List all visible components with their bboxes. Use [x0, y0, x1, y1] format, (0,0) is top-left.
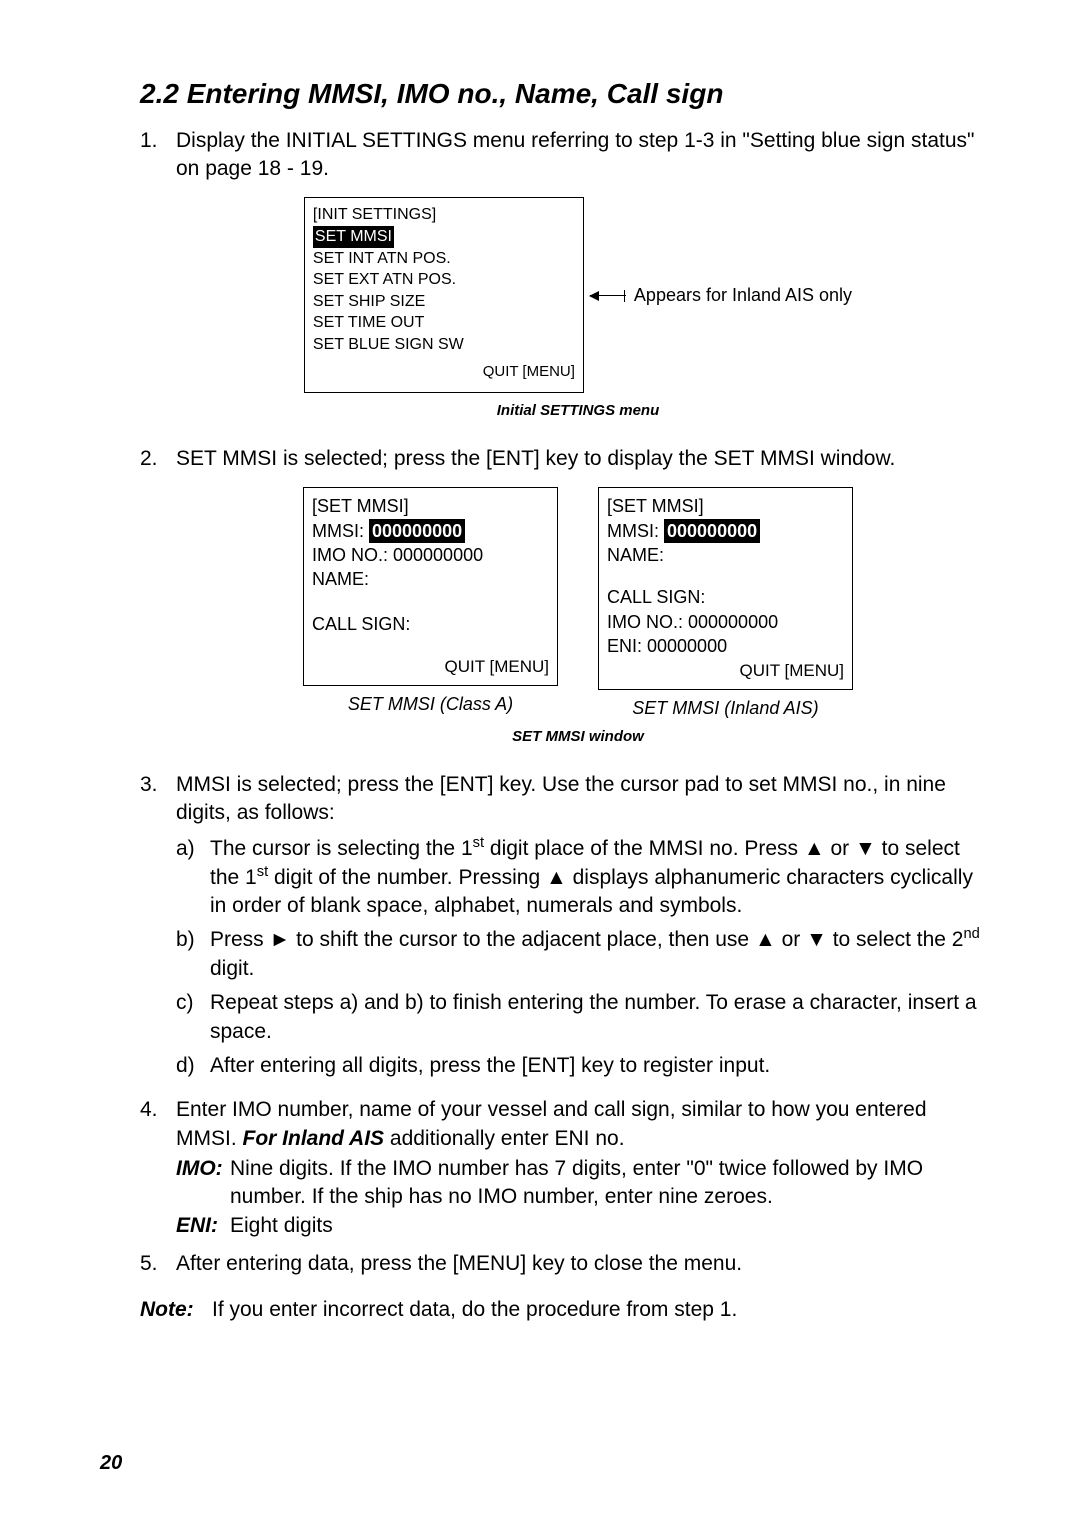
imo-line: IMO NO.: 000000000	[312, 543, 549, 567]
step-number-5: 5.	[140, 1250, 176, 1278]
substep-letter-b: b)	[176, 926, 210, 983]
call-sign-line: CALL SIGN:	[312, 612, 549, 636]
figure-caption-1: Initial SETTINGS menu	[176, 401, 980, 421]
note-label: Note:	[140, 1296, 212, 1324]
page-number: 20	[100, 1450, 122, 1477]
step-number-1: 1.	[140, 127, 176, 435]
note-row: Note: If you enter incorrect data, do th…	[140, 1296, 980, 1324]
step-4-inland-emph: For Inland AIS	[243, 1127, 390, 1150]
name-line: NAME:	[607, 543, 844, 567]
substep-letter-c: c)	[176, 989, 210, 1046]
callout-arrow: Appears for Inland AIS only	[590, 283, 852, 307]
mmsi-quit: QUIT [MENU]	[607, 660, 844, 683]
sub-steps-list: a) The cursor is selecting the 1st digit…	[176, 835, 980, 1080]
figure-caption-2: SET MMSI window	[176, 727, 980, 747]
step-1-text: Display the INITIAL SETTINGS menu referr…	[176, 129, 974, 180]
step-3-body: MMSI is selected; press the [ENT] key. U…	[176, 771, 980, 1086]
menu-title: [INIT SETTINGS]	[313, 204, 575, 226]
imo-def-label: IMO:	[176, 1155, 230, 1212]
mmsi-box-title: [SET MMSI]	[312, 494, 549, 518]
step-4-body: Enter IMO number, name of your vessel an…	[176, 1096, 980, 1240]
note-text: If you enter incorrect data, do the proc…	[212, 1296, 737, 1324]
menu-item-set-int-atn: SET INT ATN POS.	[313, 248, 575, 270]
menu-item-set-time-out: SET TIME OUT	[313, 312, 575, 334]
step-number-4: 4.	[140, 1096, 176, 1240]
mmsi-value: 000000000	[664, 519, 760, 543]
initial-settings-menu-box: [INIT SETTINGS] SET MMSI SET INT ATN POS…	[304, 197, 584, 392]
mmsi-quit: QUIT [MENU]	[312, 656, 549, 679]
step-number-3: 3.	[140, 771, 176, 1086]
arrow-line	[590, 295, 626, 296]
step-2-text: SET MMSI is selected; press the [ENT] ke…	[176, 447, 895, 470]
step-4-text-c: additionally enter ENI no.	[390, 1127, 625, 1150]
step-number-2: 2.	[140, 445, 176, 761]
main-steps-list: 1. Display the INITIAL SETTINGS menu ref…	[140, 127, 980, 1278]
eni-line: ENI: 00000000	[607, 634, 844, 658]
menu-item-set-ext-atn: SET EXT ATN POS.	[313, 269, 575, 291]
menu-item-set-ship-size: SET SHIP SIZE	[313, 291, 575, 313]
name-line: NAME:	[312, 567, 549, 591]
substep-letter-d: d)	[176, 1052, 210, 1080]
step-5-body: After entering data, press the [MENU] ke…	[176, 1250, 980, 1278]
eni-def-text: Eight digits	[230, 1212, 333, 1240]
mmsi-caption-b: SET MMSI (Inland AIS)	[632, 696, 818, 720]
menu-quit: QUIT [MENU]	[313, 362, 575, 382]
set-mmsi-box-inland: [SET MMSI] MMSI: 000000000 NAME: CALL SI…	[598, 487, 853, 690]
menu-item-set-blue-sign: SET BLUE SIGN SW	[313, 334, 575, 356]
set-mmsi-box-class-a: [SET MMSI] MMSI: 000000000 IMO NO.: 0000…	[303, 487, 558, 685]
mmsi-label: MMSI:	[607, 521, 659, 541]
imo-def-text: Nine digits. If the IMO number has 7 dig…	[230, 1155, 980, 1212]
step-2-body: SET MMSI is selected; press the [ENT] ke…	[176, 445, 980, 761]
imo-line: IMO NO.: 000000000	[607, 610, 844, 634]
call-sign-line: CALL SIGN:	[607, 585, 844, 609]
mmsi-caption-a: SET MMSI (Class A)	[348, 692, 513, 716]
section-heading: 2.2 Entering MMSI, IMO no., Name, Call s…	[140, 75, 980, 113]
substep-c-body: Repeat steps a) and b) to finish enterin…	[210, 989, 980, 1046]
initial-settings-figure: [INIT SETTINGS] SET MMSI SET INT ATN POS…	[176, 197, 980, 392]
substep-b-body: Press ► to shift the cursor to the adjac…	[210, 926, 980, 983]
mmsi-label: MMSI:	[312, 521, 364, 541]
step-3-lead: MMSI is selected; press the [ENT] key. U…	[176, 773, 946, 824]
menu-item-set-mmsi: SET MMSI	[313, 226, 394, 248]
eni-def-label: ENI:	[176, 1212, 230, 1240]
substep-a-body: The cursor is selecting the 1st digit pl…	[210, 835, 980, 920]
set-mmsi-figure: [SET MMSI] MMSI: 000000000 IMO NO.: 0000…	[176, 487, 980, 720]
mmsi-box-title: [SET MMSI]	[607, 494, 844, 518]
callout-text: Appears for Inland AIS only	[634, 283, 852, 307]
substep-letter-a: a)	[176, 835, 210, 920]
mmsi-value: 000000000	[369, 519, 465, 543]
step-1-body: Display the INITIAL SETTINGS menu referr…	[176, 127, 980, 435]
substep-d-body: After entering all digits, press the [EN…	[210, 1052, 980, 1080]
